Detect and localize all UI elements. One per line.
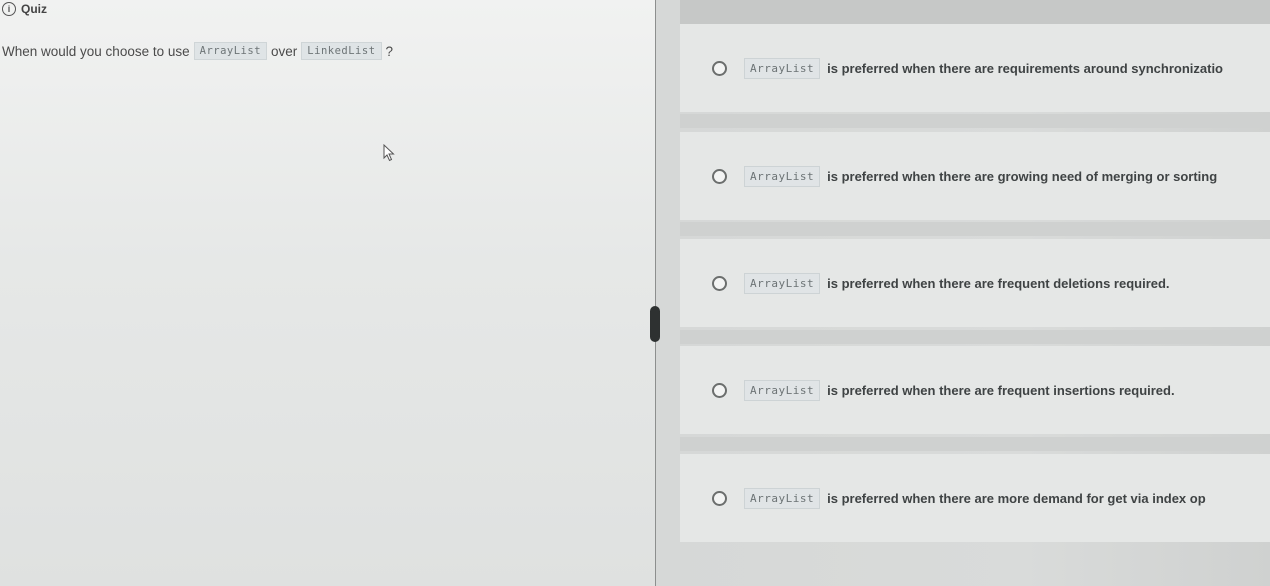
option-code: ArrayList — [744, 57, 821, 79]
question-prefix: When would you choose to use — [2, 43, 190, 59]
option-text: is preferred when there are growing need… — [827, 168, 1218, 184]
question-code-linkedlist: LinkedList — [301, 42, 382, 60]
pane-divider — [655, 0, 656, 586]
answer-option-3[interactable]: ArrayList is preferred when there are fr… — [680, 239, 1270, 327]
question-text: When would you choose to use ArrayList o… — [2, 42, 397, 60]
option-separator — [680, 222, 1270, 236]
option-code: ArrayList — [744, 272, 821, 294]
option-text: is preferred when there are frequent ins… — [827, 382, 1175, 398]
question-middle: over — [271, 43, 298, 59]
option-text: is preferred when there are more demand … — [827, 490, 1206, 506]
answer-option-1[interactable]: ArrayList is preferred when there are re… — [680, 24, 1270, 112]
option-code: ArrayList — [744, 165, 821, 187]
option-text: is preferred when there are requirements… — [827, 60, 1223, 76]
answer-option-5[interactable]: ArrayList is preferred when there are mo… — [680, 454, 1270, 542]
radio-button[interactable] — [712, 60, 727, 76]
radio-button[interactable] — [712, 168, 727, 184]
quiz-header: i Quiz — [2, 2, 47, 16]
mouse-cursor-icon — [383, 144, 395, 162]
radio-button[interactable] — [712, 275, 727, 291]
question-pane — [0, 0, 655, 586]
option-code: ArrayList — [744, 379, 821, 401]
option-separator — [680, 330, 1270, 344]
option-code: ArrayList — [744, 487, 821, 509]
radio-button[interactable] — [712, 490, 727, 506]
quiz-title: Quiz — [21, 2, 47, 16]
info-circle-icon: i — [2, 2, 16, 16]
answer-option-4[interactable]: ArrayList is preferred when there are fr… — [680, 346, 1270, 434]
radio-button[interactable] — [712, 382, 727, 398]
option-text: is preferred when there are frequent del… — [827, 275, 1170, 291]
options-top-strip — [680, 0, 1270, 24]
question-suffix: ? — [385, 43, 394, 59]
splitter-handle[interactable] — [650, 306, 660, 342]
answer-option-2[interactable]: ArrayList is preferred when there are gr… — [680, 132, 1270, 220]
option-separator — [680, 437, 1270, 451]
question-code-arraylist: ArrayList — [193, 42, 268, 60]
option-separator — [680, 114, 1270, 128]
